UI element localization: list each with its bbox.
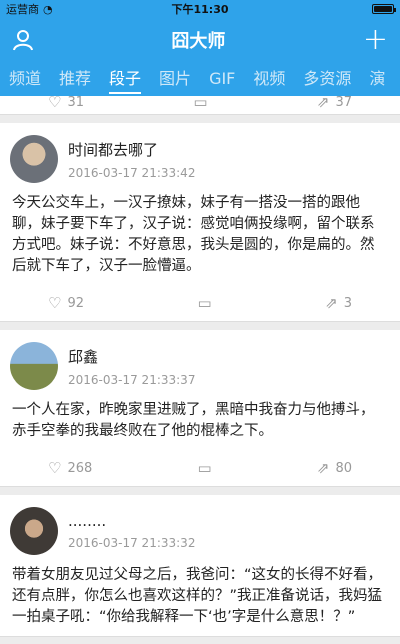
heart-icon: ♡ bbox=[48, 459, 62, 477]
feed[interactable]: ♡ 31 ▭ ⇗ 37 时间都去哪了 2016-03-17 21:33:42 今天公… bbox=[0, 96, 400, 644]
tab-bar: 频道 推荐 段子 图片 GIF 视频 多资源 演 bbox=[0, 62, 400, 96]
tab-gif[interactable]: GIF bbox=[200, 62, 244, 96]
share-icon: ⇗ bbox=[325, 294, 338, 312]
user-icon[interactable] bbox=[12, 29, 34, 51]
page-title: 囧大师 bbox=[171, 31, 226, 52]
post-text: 带着女朋友见过父母之后，我爸问：“这女的长得不好看，还有点胖，你怎么也喜欢这样的… bbox=[12, 567, 383, 625]
post-card[interactable]: 邱鑫 2016-03-17 21:33:37 一个人在家，昨晚家里进贼了，黑暗中… bbox=[0, 330, 400, 487]
tab-more[interactable]: 演 bbox=[360, 62, 394, 96]
tab-pictures[interactable]: 图片 bbox=[150, 62, 200, 96]
post-author[interactable]: ........ bbox=[68, 512, 195, 530]
comment-icon: ▭ bbox=[197, 294, 212, 312]
nav-bar: 囧大师 + bbox=[0, 18, 400, 62]
like-button[interactable]: ♡ 92 bbox=[48, 294, 84, 312]
share-button[interactable]: ⇗ 3 bbox=[325, 294, 352, 312]
heart-icon: ♡ bbox=[48, 294, 62, 312]
battery-icon bbox=[372, 4, 396, 14]
share-icon: ⇗ bbox=[316, 459, 330, 477]
comment-button[interactable]: ▭ bbox=[197, 459, 211, 477]
post-time: 2016-03-17 21:33:32 bbox=[68, 536, 196, 550]
tab-video[interactable]: 视频 bbox=[244, 62, 294, 96]
post-time: 2016-03-17 21:33:37 bbox=[68, 372, 196, 387]
comment-icon: ▭ bbox=[193, 96, 208, 111]
avatar[interactable] bbox=[10, 135, 58, 183]
share-button[interactable]: ⇗ 37 bbox=[317, 96, 352, 111]
comment-button[interactable]: ▭ bbox=[193, 96, 207, 111]
avatar[interactable] bbox=[10, 507, 58, 555]
like-button[interactable]: ♡ 268 bbox=[48, 459, 92, 477]
tab-multi-resource[interactable]: 多资源 bbox=[294, 62, 360, 96]
like-button[interactable]: ♡ 31 bbox=[48, 96, 84, 111]
carrier-label: 运营商 bbox=[6, 3, 39, 16]
post-text: 一个人在家，昨晚家里进贼了，黑暗中我奋力与他搏斗，赤手空拳的我最终败在了他的棍棒… bbox=[12, 402, 375, 439]
share-icon: ⇗ bbox=[316, 96, 330, 111]
status-bar: 运营商 ◔ 下午11:30 bbox=[0, 0, 400, 18]
post-card[interactable]: ........ 2016-03-17 21:33:32 带着女朋友见过父母之后… bbox=[0, 495, 400, 637]
post-card[interactable]: 时间都去哪了 2016-03-17 21:33:42 今天公交车上，一汉子撩妹，… bbox=[0, 123, 400, 322]
comment-icon: ▭ bbox=[197, 459, 212, 477]
heart-icon: ♡ bbox=[48, 96, 62, 111]
status-time: 下午11:30 bbox=[171, 3, 229, 16]
post-author[interactable]: 时间都去哪了 bbox=[68, 139, 195, 160]
plus-icon[interactable]: + bbox=[363, 25, 388, 55]
comment-button[interactable]: ▭ bbox=[197, 294, 211, 312]
post-author[interactable]: 邱鑫 bbox=[68, 346, 195, 367]
post-text: 今天公交车上，一汉子撩妹，妹子有一搭没一搭的跟他聊，妹子要下车了，汉子说：感觉咱… bbox=[12, 195, 375, 274]
tab-recommend[interactable]: 推荐 bbox=[50, 62, 100, 96]
wifi-icon: ◔ bbox=[43, 2, 53, 16]
avatar[interactable] bbox=[10, 342, 58, 390]
tab-jokes[interactable]: 段子 bbox=[100, 62, 150, 96]
partial-post: ♡ 31 ▭ ⇗ 37 bbox=[0, 96, 400, 115]
share-button[interactable]: ⇗ 80 bbox=[317, 459, 352, 477]
tab-channel[interactable]: 频道 bbox=[0, 62, 50, 96]
post-time: 2016-03-17 21:33:42 bbox=[68, 165, 196, 180]
